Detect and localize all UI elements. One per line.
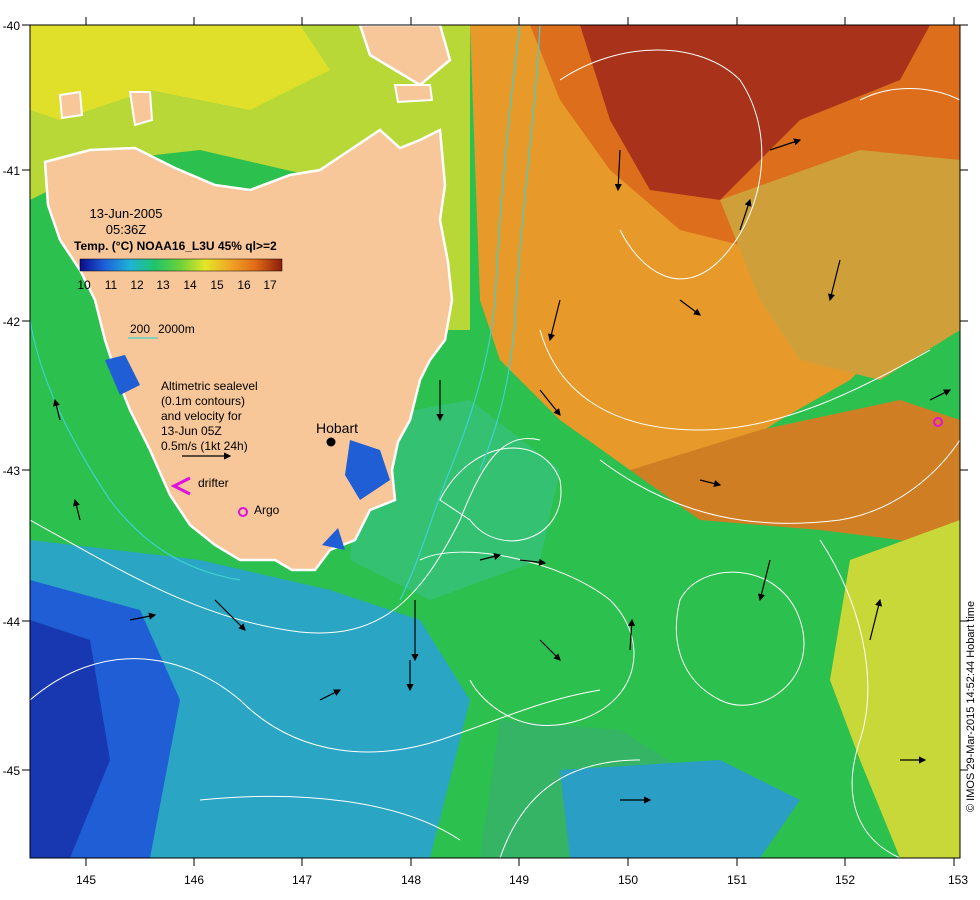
- altimetry-line: 13-Jun 05Z: [161, 424, 222, 438]
- depth-legend-200: 200: [130, 322, 150, 336]
- x-tick-label: 148: [401, 873, 421, 887]
- y-tick-label: -42: [3, 315, 21, 329]
- x-tick-label: 149: [509, 873, 529, 887]
- colorbar-tick-label: 16: [237, 278, 251, 292]
- x-tick-label: 146: [184, 873, 204, 887]
- depth-legend-2000: 2000m: [158, 322, 195, 336]
- sst-map: 145 146 147 148 149 150 151 152 153 -40 …: [3, 17, 977, 887]
- map-time: 05:36Z: [106, 222, 147, 237]
- colorbar-tick-label: 15: [210, 278, 224, 292]
- x-tick-label: 145: [76, 873, 96, 887]
- x-tick-label: 147: [292, 873, 312, 887]
- x-tick-label: 152: [835, 873, 855, 887]
- colorbar-tick-label: 14: [183, 278, 197, 292]
- altimetry-line: (0.1m contours): [161, 394, 245, 408]
- hobart-marker-icon: [326, 437, 336, 447]
- altimetry-line: and velocity for: [161, 409, 242, 423]
- y-tick-label: -45: [3, 764, 21, 778]
- x-tick-label: 153: [948, 873, 968, 887]
- hobart-label: Hobart: [316, 420, 358, 436]
- drifter-label: drifter: [198, 476, 229, 490]
- x-axis-labels: 145 146 147 148 149 150 151 152 153: [76, 873, 968, 887]
- colorbar-tick-label: 13: [156, 278, 170, 292]
- colorbar: [79, 258, 283, 272]
- y-tick-label: -44: [3, 615, 21, 629]
- colorbar-tick-label: 11: [105, 278, 118, 292]
- credit-text: © IMOS 29-Mar-2015 14:52:44 Hobart time: [965, 601, 977, 812]
- map-date: 13-Jun-2005: [90, 206, 163, 221]
- colorbar-tick-label: 17: [263, 278, 277, 292]
- y-axis-labels: -40 -41 -42 -43 -44 -45: [3, 19, 21, 778]
- colorbar-tick-label: 12: [130, 278, 144, 292]
- x-tick-label: 150: [618, 873, 638, 887]
- y-tick-label: -41: [3, 164, 21, 178]
- product-label: Temp. (°C) NOAA16_L3U 45% ql>=2: [74, 239, 277, 253]
- y-tick-label: -43: [3, 464, 21, 478]
- argo-label: Argo: [254, 503, 280, 517]
- x-tick-label: 151: [727, 873, 747, 887]
- altimetry-line: 0.5m/s (1kt 24h): [161, 439, 248, 453]
- y-tick-label: -40: [3, 19, 21, 33]
- altimetry-line: Altimetric sealevel: [161, 379, 258, 393]
- colorbar-tick-label: 10: [77, 278, 91, 292]
